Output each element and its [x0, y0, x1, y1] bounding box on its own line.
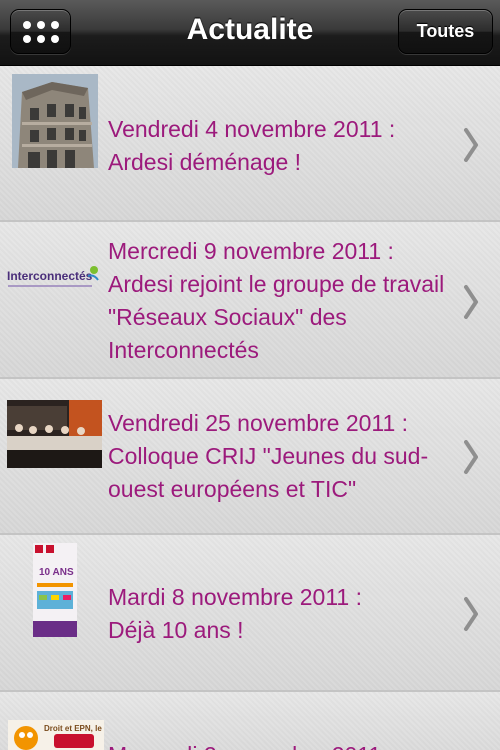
- news-item[interactable]: Droit et EPN, le JEU! Mercredi 2 novembr…: [0, 692, 500, 750]
- news-list: Vendredi 4 novembre 2011 : Ardesi déména…: [0, 66, 500, 750]
- news-item[interactable]: Interconnectés Mercredi 9 novembre 2011 …: [0, 222, 500, 379]
- news-date: Vendredi 25 novembre 2011 :: [108, 410, 409, 436]
- news-title: Ardesi déménage !: [108, 149, 302, 175]
- news-text: Mercredi 2 novembre 2011 :: [108, 739, 463, 750]
- news-item[interactable]: 10 ANS Mardi 8 novembre 2011 : Déjà 10 a…: [0, 535, 500, 692]
- all-news-button[interactable]: Toutes: [398, 9, 493, 54]
- conference-photo: [7, 400, 102, 468]
- anniversary-poster: 10 ANS: [33, 543, 77, 637]
- news-text: Mardi 8 novembre 2011 : Déjà 10 ans !: [108, 581, 463, 647]
- logo-text: Interconnectés: [7, 269, 93, 283]
- news-date: Vendredi 4 novembre 2011 :: [108, 116, 396, 142]
- news-title: Colloque CRIJ "Jeunes du sud-ouest europ…: [108, 443, 429, 502]
- news-text: Mercredi 9 novembre 2011 : Ardesi rejoin…: [108, 235, 463, 367]
- news-date: Mercredi 9 novembre 2011 :: [108, 238, 394, 264]
- chevron-right-icon: [464, 128, 478, 162]
- chevron-right-icon: [464, 440, 478, 474]
- interconnectes-logo: Interconnectés: [6, 264, 102, 294]
- news-text: Vendredi 4 novembre 2011 : Ardesi déména…: [108, 113, 463, 179]
- building-photo: [12, 74, 98, 168]
- chevron-right-icon: [464, 597, 478, 631]
- news-text: Vendredi 25 novembre 2011 : Colloque CRI…: [108, 407, 463, 506]
- poster-text: Droit et EPN, le JEU!: [44, 724, 104, 733]
- news-title: Déjà 10 ans !: [108, 617, 244, 643]
- news-title: Ardesi rejoint le groupe de travail "Rés…: [108, 271, 445, 363]
- poster-text: 10 ANS: [39, 567, 74, 578]
- news-date: Mercredi 2 novembre 2011 :: [108, 739, 463, 750]
- navigation-bar: Actualite Toutes: [0, 0, 500, 66]
- news-item[interactable]: Vendredi 4 novembre 2011 : Ardesi déména…: [0, 66, 500, 222]
- news-date: Mardi 8 novembre 2011 :: [108, 584, 362, 610]
- game-poster: Droit et EPN, le JEU!: [8, 720, 104, 750]
- news-item[interactable]: Vendredi 25 novembre 2011 : Colloque CRI…: [0, 379, 500, 535]
- chevron-right-icon: [464, 285, 478, 319]
